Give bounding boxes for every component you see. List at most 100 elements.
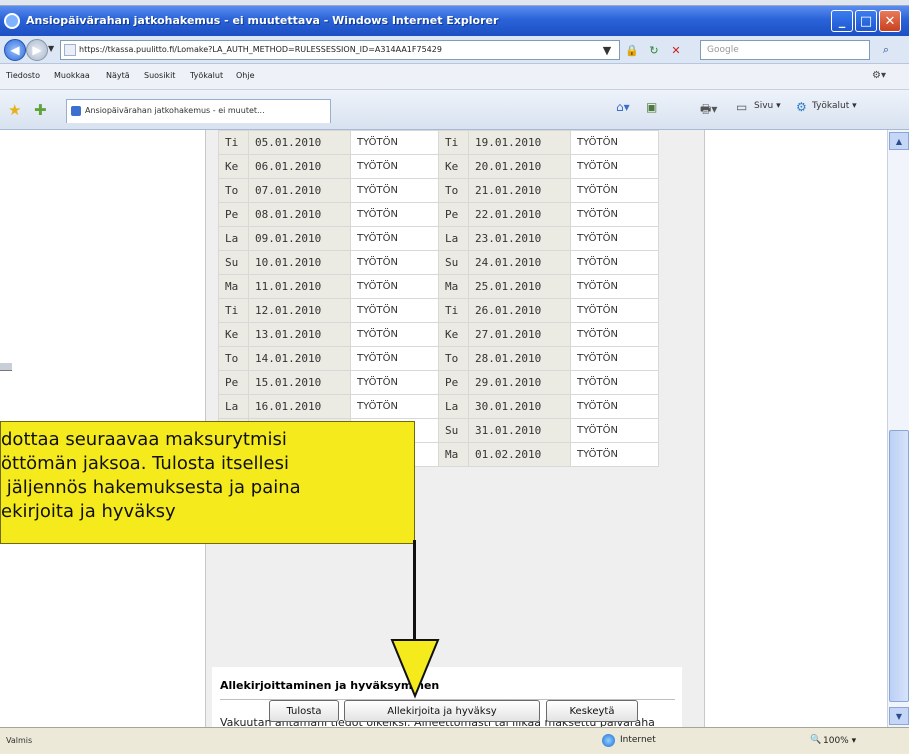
left-status-cell: TYÖTÖN bbox=[350, 274, 439, 299]
right-dow-cell: Ke bbox=[438, 154, 469, 179]
right-date-cell: 30.01.2010 bbox=[468, 394, 571, 419]
scroll-down-button[interactable]: ▼ bbox=[889, 707, 909, 725]
right-dow-cell: Ma bbox=[438, 274, 469, 299]
tab-page-icon bbox=[71, 106, 81, 116]
window-title: Ansiopäivärahan jatkohakemus - ei muutet… bbox=[26, 14, 499, 27]
chevron-down-icon: ▼ bbox=[895, 711, 903, 721]
right-date-cell: 20.01.2010 bbox=[468, 154, 571, 179]
table-row: Ti 12.01.2010 TYÖTÖN Ti 26.01.2010 TYÖTÖN bbox=[218, 298, 659, 323]
left-date-cell: 13.01.2010 bbox=[248, 322, 351, 347]
page-icon bbox=[64, 44, 76, 56]
globe-icon bbox=[602, 734, 615, 747]
scroll-up-button[interactable]: ▲ bbox=[889, 132, 909, 150]
zoom-level[interactable]: 100% ▾ bbox=[823, 736, 856, 746]
menu-help[interactable]: Ohje bbox=[236, 71, 255, 80]
left-date-cell: 10.01.2010 bbox=[248, 250, 351, 275]
vertical-scrollbar[interactable]: ▲ ▼ bbox=[887, 130, 909, 727]
left-date-cell: 15.01.2010 bbox=[248, 370, 351, 395]
minimize-icon: _ bbox=[838, 13, 846, 29]
left-status-cell: TYÖTÖN bbox=[350, 202, 439, 227]
left-date-cell: 16.01.2010 bbox=[248, 394, 351, 419]
right-date-cell: 26.01.2010 bbox=[468, 298, 571, 323]
table-row: To 07.01.2010 TYÖTÖN To 21.01.2010 TYÖTÖN bbox=[218, 178, 659, 203]
tools-gear-icon[interactable]: ⚙ bbox=[796, 100, 807, 114]
right-dow-cell: Ma bbox=[438, 442, 469, 467]
home-icon[interactable]: ⌂▾ bbox=[616, 100, 630, 114]
forward-button[interactable]: ▶ bbox=[26, 39, 48, 61]
right-status-cell: TYÖTÖN bbox=[570, 202, 659, 227]
window-title-bar[interactable]: Ansiopäivärahan jatkohakemus - ei muutet… bbox=[0, 6, 909, 36]
instruction-callout: dottaa seuraavaa maksurytmisi öttömän ja… bbox=[0, 421, 415, 544]
table-row: Ti 05.01.2010 TYÖTÖN Ti 19.01.2010 TYÖTÖN bbox=[218, 130, 659, 155]
menu-bar: Tiedosto Muokkaa Näytä Suosikit Työkalut… bbox=[0, 64, 909, 90]
favorites-star-icon[interactable]: ★ bbox=[8, 101, 21, 119]
tab-bar: ★ ✚ Ansiopäivärahan jatkohakemus - ei mu… bbox=[0, 90, 909, 130]
left-dow-cell: To bbox=[218, 346, 249, 371]
right-status-cell: TYÖTÖN bbox=[570, 346, 659, 371]
address-dropdown-icon[interactable]: ▼ bbox=[598, 41, 616, 59]
maximize-button[interactable]: □ bbox=[855, 10, 877, 32]
right-dow-cell: Ke bbox=[438, 322, 469, 347]
close-icon: ✕ bbox=[884, 13, 896, 29]
feeds-icon[interactable]: ▣ bbox=[646, 100, 657, 114]
search-input[interactable]: Google bbox=[700, 40, 870, 60]
stop-icon[interactable]: ✕ bbox=[667, 41, 685, 59]
left-date-cell: 12.01.2010 bbox=[248, 298, 351, 323]
arrow-right-icon: ▶ bbox=[32, 43, 42, 57]
search-placeholder: Google bbox=[707, 45, 739, 55]
menu-view[interactable]: Näytä bbox=[106, 71, 130, 80]
add-favorite-icon[interactable]: ✚ bbox=[34, 101, 47, 119]
left-status-cell: TYÖTÖN bbox=[350, 178, 439, 203]
menu-file[interactable]: Tiedosto bbox=[6, 71, 40, 80]
address-input[interactable]: https://tkassa.puulitto.fi/Lomake?LA_AUT… bbox=[60, 40, 620, 60]
address-toolbar: ◀ ▶ ▼ https://tkassa.puulitto.fi/Lomake?… bbox=[0, 36, 909, 64]
minimize-button[interactable]: _ bbox=[831, 10, 853, 32]
print-icon[interactable]: 🖶▾ bbox=[700, 100, 717, 121]
cancel-button[interactable]: Keskeytä bbox=[546, 700, 638, 722]
menu-edit[interactable]: Muokkaa bbox=[54, 71, 90, 80]
tab-current[interactable]: Ansiopäivärahan jatkohakemus - ei muutet… bbox=[66, 99, 331, 123]
menu-favorites[interactable]: Suosikit bbox=[144, 71, 175, 80]
page-menu-icon[interactable]: ▭ bbox=[736, 100, 747, 114]
left-date-cell: 09.01.2010 bbox=[248, 226, 351, 251]
back-button[interactable]: ◀ bbox=[4, 39, 26, 61]
print-button[interactable]: Tulosta bbox=[269, 700, 339, 722]
left-status-cell: TYÖTÖN bbox=[350, 394, 439, 419]
tools-menu-button[interactable]: Työkalut ▾ bbox=[812, 101, 857, 111]
right-status-cell: TYÖTÖN bbox=[570, 298, 659, 323]
lock-icon[interactable]: 🔒 bbox=[623, 41, 641, 59]
menu-tools[interactable]: Työkalut bbox=[190, 71, 223, 80]
right-dow-cell: Pe bbox=[438, 370, 469, 395]
sign-and-approve-button[interactable]: Allekirjoita ja hyväksy bbox=[344, 700, 540, 722]
history-dropdown-icon[interactable]: ▼ bbox=[48, 44, 54, 53]
zoom-value: 100% bbox=[823, 736, 849, 746]
right-status-cell: TYÖTÖN bbox=[570, 154, 659, 179]
left-date-cell: 05.01.2010 bbox=[248, 130, 351, 155]
left-dow-cell: Ma bbox=[218, 274, 249, 299]
table-row: Ke 13.01.2010 TYÖTÖN Ke 27.01.2010 TYÖTÖN bbox=[218, 322, 659, 347]
callout-arrow-head bbox=[390, 639, 440, 699]
page-menu-button[interactable]: Sivu ▾ bbox=[754, 101, 781, 111]
right-date-cell: 31.01.2010 bbox=[468, 418, 571, 443]
toolbar-options-icon[interactable]: ⚙▾ bbox=[872, 70, 886, 81]
right-dow-cell: Su bbox=[438, 250, 469, 275]
days-table: Ti 05.01.2010 TYÖTÖN Ti 19.01.2010 TYÖTÖN Ke 06… bbox=[218, 130, 659, 467]
right-date-cell: 28.01.2010 bbox=[468, 346, 571, 371]
scroll-thumb[interactable] bbox=[889, 430, 909, 702]
close-button[interactable]: ✕ bbox=[879, 10, 901, 32]
right-dow-cell: To bbox=[438, 346, 469, 371]
right-dow-cell: Su bbox=[438, 418, 469, 443]
right-dow-cell: La bbox=[438, 226, 469, 251]
callout-text: dottaa seuraavaa maksurytmisi öttömän ja… bbox=[1, 429, 301, 522]
table-row: La 09.01.2010 TYÖTÖN La 23.01.2010 TYÖTÖN bbox=[218, 226, 659, 251]
right-status-cell: TYÖTÖN bbox=[570, 130, 659, 155]
refresh-icon[interactable]: ↻ bbox=[645, 41, 663, 59]
security-zone[interactable]: Internet bbox=[620, 735, 656, 745]
left-status-cell: TYÖTÖN bbox=[350, 130, 439, 155]
search-icon[interactable]: ⌕ bbox=[874, 41, 898, 59]
left-status-cell: TYÖTÖN bbox=[350, 226, 439, 251]
table-row: La 16.01.2010 TYÖTÖN La 30.01.2010 TYÖTÖN bbox=[218, 394, 659, 419]
table-row: Pe 08.01.2010 TYÖTÖN Pe 22.01.2010 TYÖTÖN bbox=[218, 202, 659, 227]
table-row: Pe 15.01.2010 TYÖTÖN Pe 29.01.2010 TYÖTÖN bbox=[218, 370, 659, 395]
right-dow-cell: Pe bbox=[438, 202, 469, 227]
